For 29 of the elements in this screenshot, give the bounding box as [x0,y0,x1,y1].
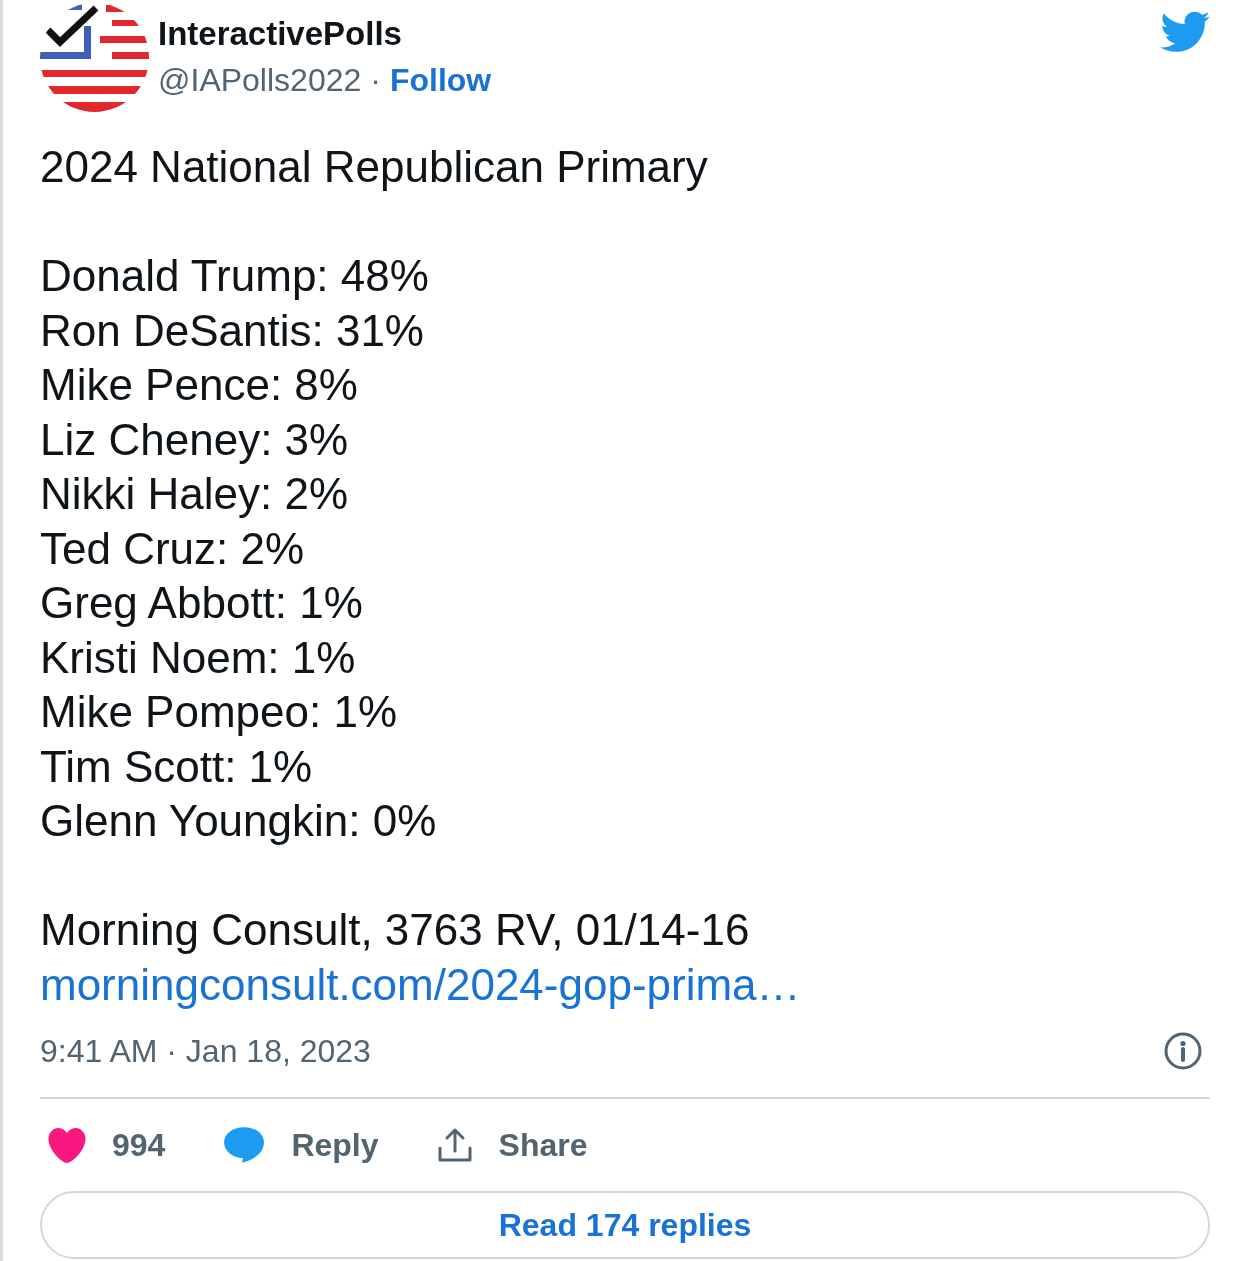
reply-button[interactable]: Reply [223,1125,379,1165]
poll-result-line: Nikki Haley: 2% [40,468,349,520]
follow-link[interactable]: Follow [389,60,492,100]
poll-result-line: Mike Pompeo: 1% [40,686,398,738]
poll-result-line: Ted Cruz: 2% [40,522,305,575]
poll-result-line: Tim Scott: 1% [40,740,313,793]
heart-icon [48,1127,86,1163]
poll-source: Morning Consult, 3763 RV, 01/14-16 [40,904,750,956]
read-replies-button[interactable]: Read 174 replies [40,1191,1210,1259]
like-button[interactable]: 994 [48,1125,166,1165]
poll-result-line: Donald Trump: 48% [40,250,429,302]
poll-result-line: Glenn Youngkin: 0% [40,795,437,847]
separator-dot: · [370,61,381,100]
poll-result-line: Ron DeSantis: 31% [40,304,424,357]
speech-bubble-icon [223,1127,266,1163]
account-handle: @IAPolls2022 [158,61,362,100]
article-link[interactable]: morningconsult.com/2024-gop-prima… [40,957,801,1012]
poll-result-line: Kristi Noem: 1% [40,631,356,684]
info-icon[interactable] [1164,1032,1202,1070]
poll-result-line: Greg Abbott: 1% [40,577,363,629]
poll-result-line: Mike Pence: 8% [40,359,358,411]
bird-logo-icon[interactable] [1159,11,1210,53]
tweet-timestamp: 9:41 AM · Jan 18, 2023 [40,1032,371,1071]
share-button[interactable]: Share [436,1125,588,1165]
share-icon [436,1127,473,1163]
tweet-title: 2024 National Republican Primary [40,141,708,193]
account-name: InteractivePolls [158,14,402,54]
flag-checkmark-logo-icon [40,3,149,112]
poll-result-line: Liz Cheney: 3% [40,413,349,466]
